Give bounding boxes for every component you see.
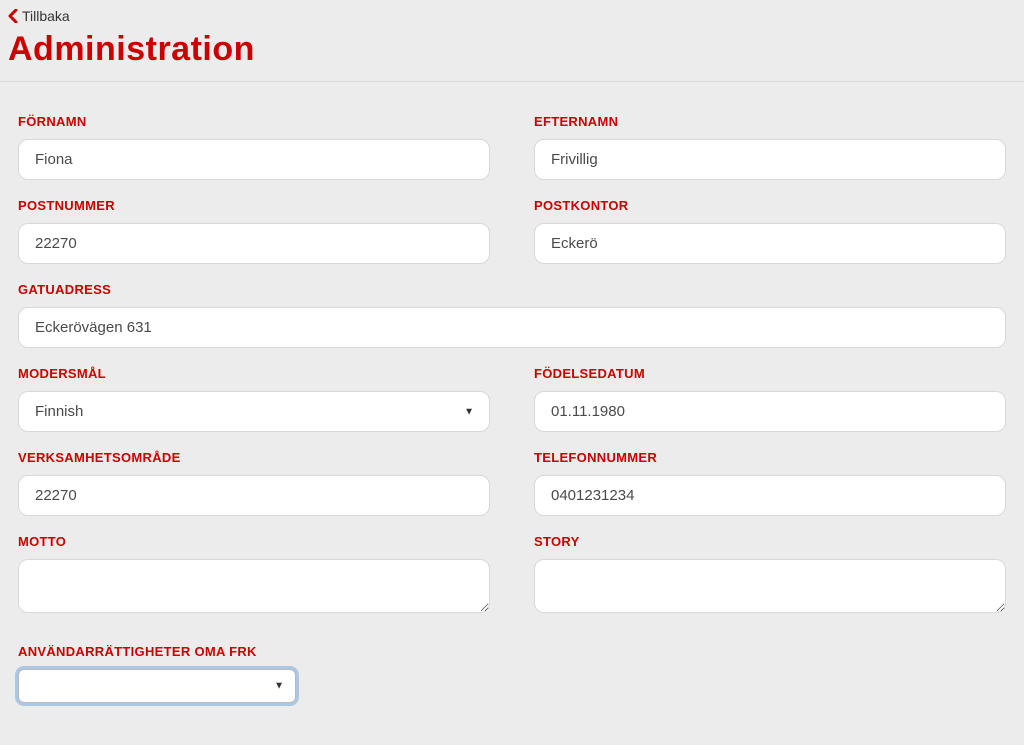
postkontor-input[interactable] [534,223,1006,264]
group-story: STORY [534,534,1006,618]
chevron-left-icon [8,9,18,23]
group-telefonnummer: TELEFONNUMMER [534,450,1006,516]
gatuadress-input[interactable] [18,307,1006,348]
page-title: Administration [8,30,1016,69]
group-gatuadress: GATUADRESS [18,282,1006,348]
postnummer-input[interactable] [18,223,490,264]
back-link[interactable]: Tillbaka [8,6,70,26]
fodelsedatum-input[interactable] [534,391,1006,432]
rattigheter-select-wrap [18,669,296,703]
header-area: Tillbaka Administration [0,0,1024,82]
group-postnummer: POSTNUMMER [18,198,490,264]
group-postkontor: POSTKONTOR [534,198,1006,264]
group-efternamn: EFTERNAMN [534,114,1006,180]
label-fornamn: FÖRNAMN [18,114,490,129]
motto-textarea[interactable] [18,559,490,613]
verksamhetsomrade-input[interactable] [18,475,490,516]
group-verksamhetsomrade: VERKSAMHETSOMRÅDE [18,450,490,516]
telefonnummer-input[interactable] [534,475,1006,516]
modersmal-select[interactable]: Finnish [18,391,490,432]
group-rattigheter: ANVÄNDARRÄTTIGHETER OMA FRK [18,644,1006,703]
label-rattigheter: ANVÄNDARRÄTTIGHETER OMA FRK [18,644,1006,659]
label-story: STORY [534,534,1006,549]
group-modersmal: MODERSMÅL Finnish [18,366,490,432]
efternamn-input[interactable] [534,139,1006,180]
story-textarea[interactable] [534,559,1006,613]
label-verksamhetsomrade: VERKSAMHETSOMRÅDE [18,450,490,465]
label-motto: MOTTO [18,534,490,549]
group-motto: MOTTO [18,534,490,618]
modersmal-select-wrap: Finnish [18,391,490,432]
label-fodelsedatum: FÖDELSEDATUM [534,366,1006,381]
back-label: Tillbaka [22,8,70,24]
form-container: FÖRNAMN EFTERNAMN POSTNUMMER POSTKONTOR … [0,82,1024,741]
label-modersmal: MODERSMÅL [18,366,490,381]
group-fornamn: FÖRNAMN [18,114,490,180]
rattigheter-select[interactable] [18,669,296,703]
label-efternamn: EFTERNAMN [534,114,1006,129]
fornamn-input[interactable] [18,139,490,180]
group-fodelsedatum: FÖDELSEDATUM [534,366,1006,432]
label-postkontor: POSTKONTOR [534,198,1006,213]
label-postnummer: POSTNUMMER [18,198,490,213]
label-gatuadress: GATUADRESS [18,282,1006,297]
label-telefonnummer: TELEFONNUMMER [534,450,1006,465]
